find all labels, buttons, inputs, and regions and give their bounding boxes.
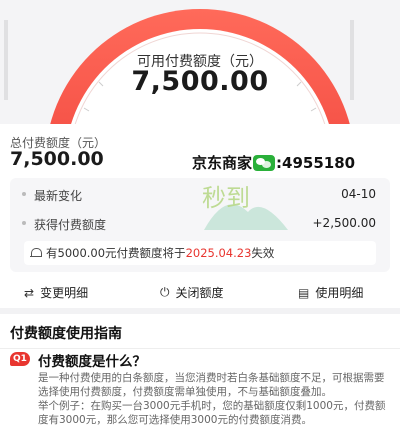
- detail-value: +2,500.00: [312, 216, 377, 230]
- detail-row: 最新变化 04-10: [10, 182, 390, 208]
- change-details-button[interactable]: ⇄ 变更明细: [24, 284, 88, 301]
- quota-gauge: 可用付费额度（元） 7,500.00: [0, 0, 400, 124]
- usage-details-label: 使用明细: [315, 286, 364, 300]
- quota-guide: 付费额度使用指南 Q1 付费额度是什么？ 是一种付费使用的白条额度，当您消费时若…: [0, 314, 400, 447]
- change-details-label: 变更明细: [40, 286, 89, 300]
- exchange-icon: ⇄: [24, 285, 35, 300]
- question-title: 付费额度是什么？: [38, 354, 146, 370]
- close-quota-label: 关闭额度: [175, 286, 224, 300]
- quota-details: 最新变化 04-10 获得付费额度 +2,500.00 有5000.00元付费额…: [10, 178, 390, 272]
- bullet-icon: [22, 192, 26, 196]
- notice-date: 2025.04.23: [185, 246, 252, 260]
- merchant-id: :4955180: [276, 153, 356, 172]
- detail-value: 04-10: [341, 187, 376, 201]
- merchant-contact: 京东商家 :4955180: [192, 152, 355, 173]
- power-icon: ⏻: [160, 285, 170, 299]
- expiry-notice[interactable]: 有5000.00元付费额度将于 2025.04.23 失效: [24, 241, 376, 265]
- divider: [0, 348, 400, 349]
- total-quota-value: 7,500.00: [10, 148, 104, 170]
- calendar-icon: ▤: [298, 285, 310, 300]
- detail-label: 最新变化: [34, 189, 83, 203]
- question-answer: 是一种付费使用的白条额度，当您消费时若白条基础额度不足，可根据需要选择使用付费额…: [38, 372, 386, 426]
- usage-details-button[interactable]: ▤ 使用明细: [298, 284, 363, 301]
- detail-label: 获得付费额度: [34, 218, 107, 232]
- bullet-icon: [22, 221, 26, 225]
- merchant-prefix: 京东商家: [192, 154, 253, 172]
- question-badge: Q1: [10, 352, 30, 366]
- quota-summary-card: 总付费额度（元） 7,500.00 京东商家 :4955180 最新变化 04-…: [0, 124, 400, 308]
- guide-title: 付费额度使用指南: [10, 326, 122, 342]
- detail-row: 获得付费额度 +2,500.00: [10, 211, 390, 237]
- wechat-icon: [253, 154, 276, 171]
- notice-prefix: 有5000.00元付费额度将于: [46, 246, 186, 260]
- bell-icon: [30, 247, 42, 259]
- close-quota-button[interactable]: ⏻ 关闭额度: [160, 284, 224, 301]
- available-quota-value: 7,500.00: [131, 66, 269, 97]
- notice-suffix: 失效: [251, 246, 275, 260]
- action-bar: ⇄ 变更明细 ⏻ 关闭额度 ▤ 使用明细: [0, 278, 400, 306]
